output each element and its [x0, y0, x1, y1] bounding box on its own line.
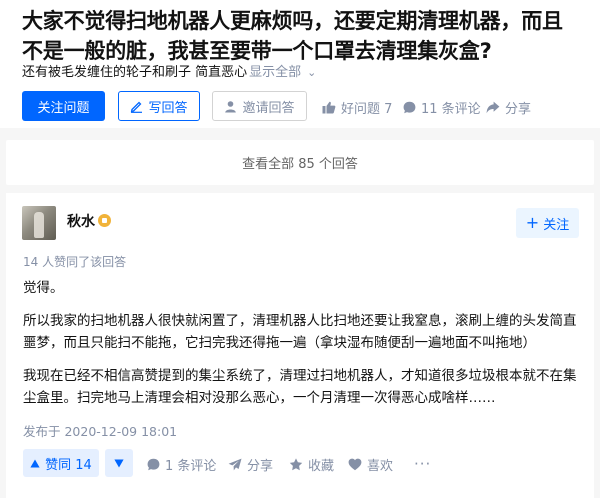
like-label: 喜欢: [367, 459, 394, 474]
upvote-info: 14 人赞同了该回答: [23, 255, 127, 269]
follow-question-button[interactable]: 关注问题: [22, 91, 105, 121]
answer-actions: 赞同 14: [23, 449, 133, 477]
heart-icon: [348, 458, 362, 471]
comment-icon: [147, 458, 160, 471]
write-answer-label: 写回答: [148, 100, 188, 116]
triangle-up-icon: [30, 459, 40, 468]
answer-card: 秋水 + 关注 14 人赞同了该回答 觉得。 所以我家的扫地机器人很快就闲置了，…: [6, 193, 594, 498]
question-share-button[interactable]: 分享: [486, 98, 531, 117]
star-icon: [289, 458, 303, 471]
favorite-label: 收藏: [308, 459, 335, 474]
question-actions: 关注问题: [22, 91, 105, 121]
question-comments-button[interactable]: 11 条评论: [403, 98, 481, 117]
like-button[interactable]: 喜欢: [348, 455, 393, 474]
thumbs-up-icon: [322, 101, 336, 114]
comment-icon: [403, 101, 416, 114]
question-comments-label: 11 条评论: [421, 102, 481, 117]
answer-paragraph: 我现在已经不相信高赞提到的集尘系统了，清理过扫地机器人，才知道很多垃圾根本就不在…: [23, 368, 577, 406]
pencil-icon: [130, 100, 143, 113]
plus-icon: +: [525, 213, 540, 232]
good-question-button[interactable]: 好问题 7: [322, 98, 392, 117]
author-name[interactable]: 秋水: [67, 211, 95, 231]
user-icon: [224, 100, 237, 113]
answer-paragraph: 觉得。: [23, 280, 64, 296]
answer-share-button[interactable]: 分享: [228, 455, 273, 474]
more-options-icon[interactable]: ···: [414, 455, 431, 473]
question-title: 大家不觉得扫地机器人更麻烦吗，还要定期清理机器，而且不是一般的脏，我甚至要带一个…: [22, 9, 563, 63]
write-answer-button[interactable]: 写回答: [118, 91, 200, 121]
answer-paragraph: 所以我家的扫地机器人很快就闲置了，清理机器人比扫地还要让我窒息，滚刷上缠的头发简…: [23, 313, 577, 351]
view-all-answers-button[interactable]: 查看全部 85 个回答: [6, 140, 594, 185]
answer-body: 觉得。 所以我家的扫地机器人很快就闲置了，清理机器人比扫地还要让我窒息，滚刷上缠…: [23, 277, 583, 420]
favorite-button[interactable]: 收藏: [289, 455, 334, 474]
publish-time[interactable]: 发布于 2020-12-09 18:01: [23, 421, 177, 440]
upvote-label: 赞同 14: [45, 457, 92, 473]
share-icon: [486, 101, 500, 114]
good-question-label: 好问题 7: [341, 102, 393, 117]
follow-author-button[interactable]: + 关注: [516, 208, 579, 238]
triangle-down-icon: [114, 459, 124, 468]
answer-share-label: 分享: [247, 459, 274, 474]
upvote-button[interactable]: 赞同 14: [23, 449, 99, 477]
question-description-text: 还有被毛发缠住的轮子和刷子 简直恶心: [22, 65, 248, 80]
invite-answer-label: 邀请回答: [242, 100, 295, 116]
downvote-button[interactable]: [105, 449, 133, 477]
answer-comments-button[interactable]: 1 条评论: [147, 455, 216, 474]
chevron-down-icon[interactable]: ⌄: [307, 66, 316, 79]
question-card: 大家不觉得扫地机器人更麻烦吗，还要定期清理机器，而且不是一般的脏，我甚至要带一个…: [0, 0, 600, 128]
paper-plane-icon: [228, 458, 242, 471]
question-share-label: 分享: [505, 102, 532, 117]
show-all-link[interactable]: 显示全部: [249, 65, 301, 80]
follow-author-label: 关注: [543, 217, 570, 233]
invite-answer-button[interactable]: 邀请回答: [212, 91, 307, 121]
question-description: 还有被毛发缠住的轮子和刷子 简直恶心 显示全部 ⌄: [22, 64, 316, 82]
avatar[interactable]: [22, 206, 56, 240]
answer-comments-label: 1 条评论: [165, 459, 217, 474]
author-badge-icon: [98, 214, 111, 227]
